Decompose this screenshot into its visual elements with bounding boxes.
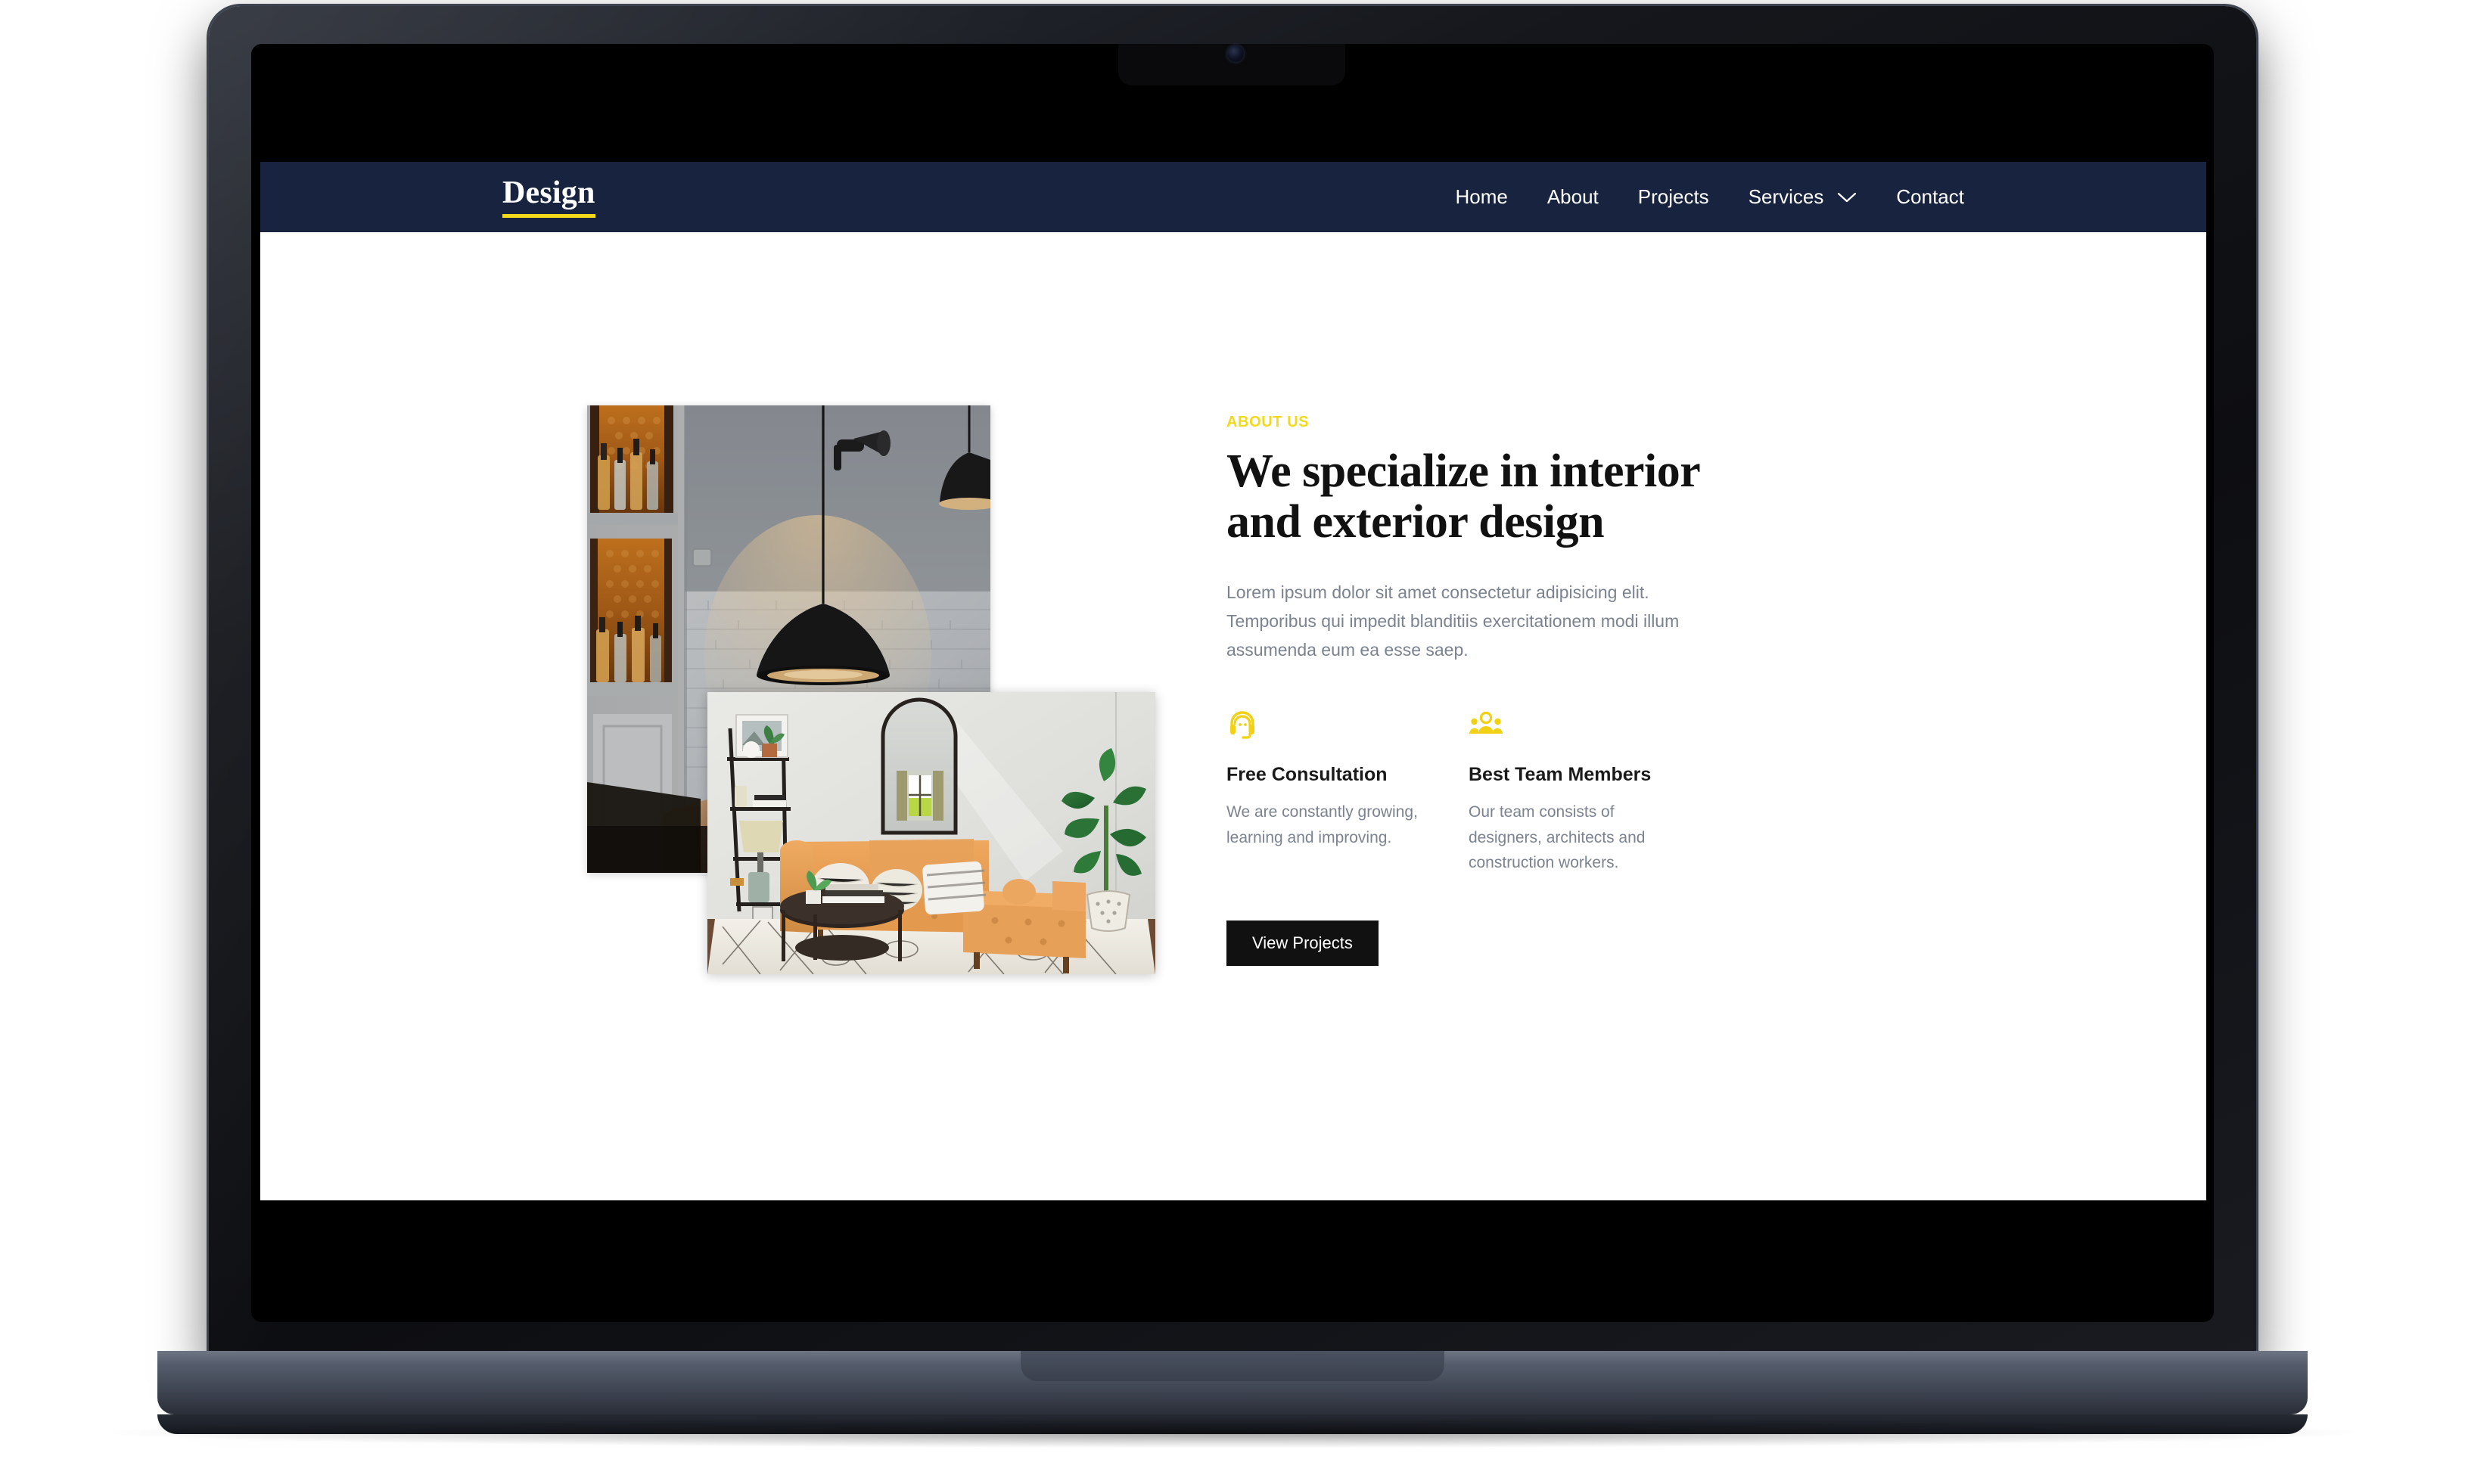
laptop-drop-shadow (113, 1417, 2353, 1448)
about-text-column: ABOUT US We specialize in interior and e… (1226, 414, 1756, 966)
nav-item-contact: Contact (1896, 185, 1964, 209)
laptop-base-notch (1021, 1351, 1444, 1381)
feature-title: Best Team Members (1469, 764, 1652, 786)
nav-item-projects: Projects (1638, 185, 1709, 209)
nav-link-services-label: Services (1748, 185, 1824, 208)
feature-list: Free Consultation We are constantly grow… (1226, 708, 1756, 875)
page-title: We specialize in interior and exterior d… (1226, 446, 1700, 548)
about-section: ABOUT US We specialize in interior and e… (260, 232, 2206, 1200)
feature-best-team-members: Best Team Members Our team consists of d… (1469, 708, 1673, 875)
nav-link-projects[interactable]: Projects (1638, 185, 1709, 208)
section-eyebrow: ABOUT US (1226, 414, 1310, 430)
chevron-down-icon[interactable] (1837, 191, 1857, 203)
people-group-icon (1469, 708, 1673, 741)
headset-support-icon (1226, 708, 1431, 741)
living-room-interior-photo (707, 692, 1155, 974)
nav-item-about: About (1547, 185, 1599, 209)
nav-link-services[interactable]: Services (1749, 185, 1857, 209)
brand-logo[interactable]: Design (502, 177, 595, 218)
about-paragraph: Lorem ipsum dolor sit amet consectetur a… (1226, 582, 1680, 660)
site-navbar: Design Home About Projects Services Cont… (260, 162, 2206, 232)
view-projects-button[interactable]: View Projects (1226, 920, 1379, 966)
laptop-mockup-scene: Design Home About Projects Services Cont… (0, 0, 2465, 1484)
feature-free-consultation: Free Consultation We are constantly grow… (1226, 708, 1431, 875)
nav-item-home: Home (1455, 185, 1507, 209)
laptop-base (157, 1351, 2308, 1434)
feature-title: Free Consultation (1226, 764, 1388, 786)
feature-description: Our team consists of designers, architec… (1469, 803, 1646, 871)
webcam-dot-icon (1227, 45, 1244, 62)
feature-description: We are constantly growing, learning and … (1226, 803, 1418, 846)
nav-link-home[interactable]: Home (1455, 185, 1507, 208)
primary-nav: Home About Projects Services Contact (1455, 185, 1964, 209)
browser-viewport: Design Home About Projects Services Cont… (260, 162, 2206, 1200)
nav-item-services: Services (1749, 185, 1857, 209)
nav-link-contact[interactable]: Contact (1896, 185, 1964, 208)
nav-link-about[interactable]: About (1547, 185, 1599, 208)
